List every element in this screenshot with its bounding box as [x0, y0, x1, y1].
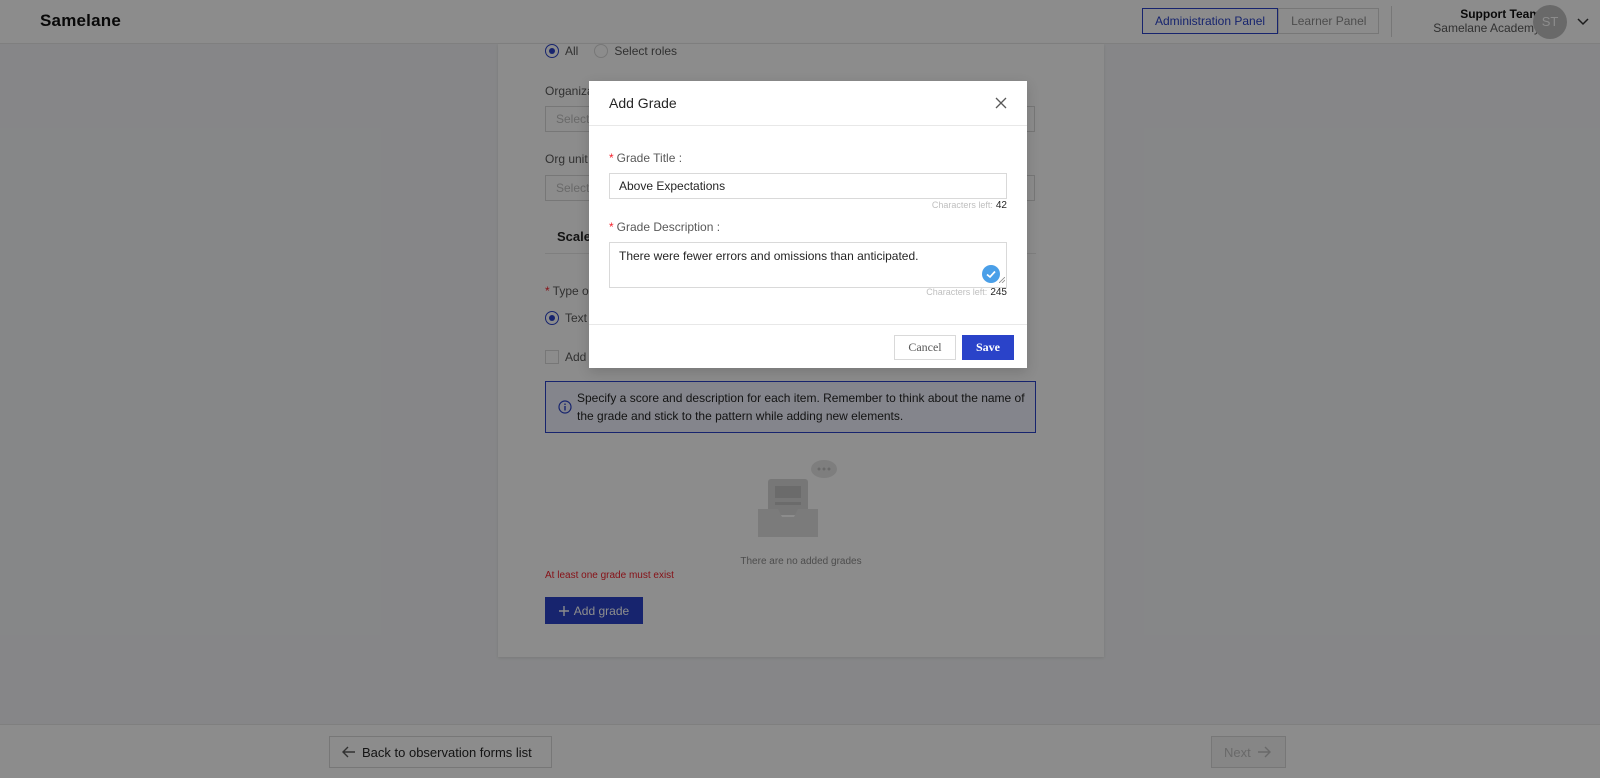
grade-title-chars-left: 42 — [995, 200, 1007, 211]
modal-footer: Cancel Save — [589, 324, 1027, 368]
close-icon[interactable] — [995, 97, 1007, 109]
grade-description-textarea[interactable]: There were fewer errors and omissions th… — [609, 242, 1007, 288]
save-button[interactable]: Save — [962, 335, 1014, 360]
grade-description-label: * Grade Description : — [609, 220, 721, 234]
grade-title-label-text: Grade Title — [616, 151, 676, 165]
grade-description-char-count: Characters left: 245 — [926, 287, 1007, 298]
grade-title-label: * Grade Title : — [609, 151, 683, 165]
modal-title: Add Grade — [609, 95, 677, 111]
grade-title-input[interactable] — [609, 173, 1007, 199]
grade-title-chars-label: Characters left: — [931, 200, 993, 210]
grade-description-chars-label: Characters left: — [926, 287, 988, 297]
grade-description-chars-left: 245 — [990, 287, 1007, 298]
check-circle-icon — [982, 265, 1000, 283]
add-grade-modal: Add Grade *Grade Title : Characters left… — [589, 81, 1027, 368]
resize-grip-icon[interactable] — [999, 277, 1005, 283]
grade-title-char-count: Characters left: 42 — [932, 200, 1007, 211]
cancel-button[interactable]: Cancel — [894, 335, 956, 360]
modal-header: Add Grade — [589, 81, 1027, 126]
grade-description-label-text: Grade Description — [616, 220, 714, 234]
